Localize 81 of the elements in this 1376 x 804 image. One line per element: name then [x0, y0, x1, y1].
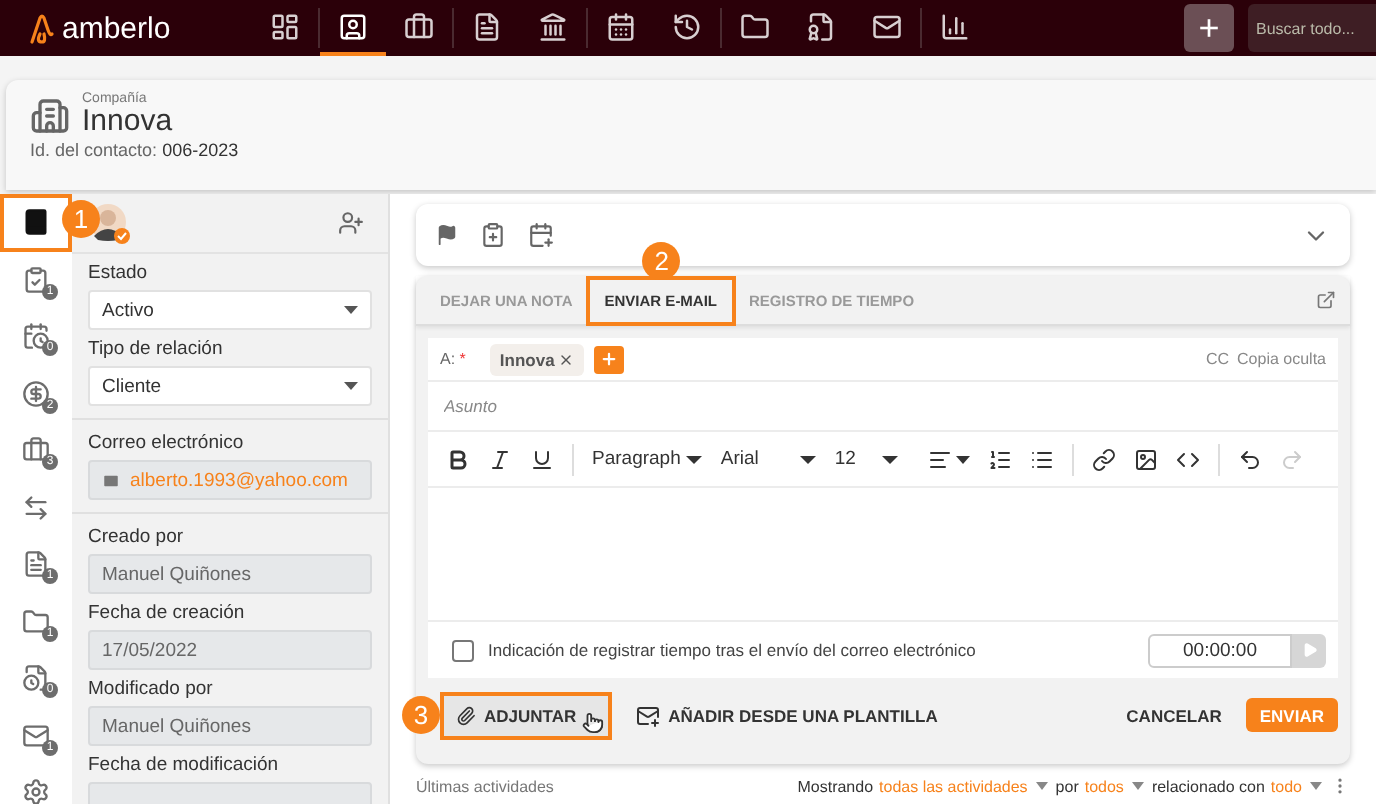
- field-label: Correo electrónico: [88, 432, 246, 454]
- caret-icon: [882, 455, 899, 463]
- filter-text: relacionado con: [1151, 777, 1265, 795]
- filter-text: Mostrando: [797, 777, 874, 795]
- readonly-field: Manuel Quiñones: [88, 554, 372, 594]
- select-field[interactable]: Cliente: [88, 366, 372, 406]
- clipboard-check-icon: [22, 265, 50, 294]
- settings-icon: [22, 778, 50, 804]
- contact-name: Innova: [82, 106, 175, 136]
- readonly-field: 17/05/2022: [88, 630, 372, 670]
- add-button[interactable]: +: [1184, 4, 1234, 52]
- add-recipient-button[interactable]: [594, 345, 625, 373]
- numbered-list-button[interactable]: [988, 447, 1013, 471]
- step-marker: 1: [62, 200, 100, 238]
- template-button[interactable]: AÑADIR DESDE UNA PLANTILLA: [624, 691, 950, 739]
- code-button[interactable]: [1176, 447, 1201, 471]
- timer-field[interactable]: 00:00:00: [1148, 633, 1292, 667]
- calendar-clock-icon: [22, 322, 50, 351]
- align-dropdown[interactable]: [928, 447, 971, 471]
- step-marker: 3: [402, 695, 440, 733]
- user-filter-link[interactable]: todos: [1084, 777, 1124, 795]
- select-field[interactable]: Activo: [88, 290, 372, 330]
- calendar-plus-icon[interactable]: [528, 222, 554, 248]
- activity-filter-link[interactable]: todas las actividades: [879, 777, 1028, 795]
- to-label: A: *: [440, 350, 466, 368]
- logo-icon: [28, 11, 56, 45]
- popout-icon[interactable]: [1316, 290, 1336, 310]
- font-dropdown[interactable]: Arial: [720, 448, 817, 470]
- caret-icon: [1310, 782, 1322, 790]
- filter-text: por: [1055, 777, 1079, 795]
- link-button[interactable]: [1092, 447, 1117, 471]
- document-icon: [22, 550, 50, 579]
- caret-icon: [344, 306, 358, 314]
- briefcase-icon: [22, 436, 50, 465]
- format-dropdown[interactable]: Paragraph: [592, 448, 703, 470]
- caret-icon: [1035, 782, 1048, 790]
- remove-icon[interactable]: [558, 351, 575, 367]
- envelope-icon: [636, 703, 661, 727]
- plus-icon: [600, 350, 619, 368]
- field-label: Estado: [88, 262, 150, 284]
- avatar-icon: [88, 201, 132, 245]
- cancel-button[interactable]: CANCELAR: [1114, 691, 1234, 739]
- flag-icon[interactable]: [436, 224, 458, 246]
- checkbox-label: Indicación de registrar tiempo tras el envío del correo electrónico: [488, 640, 976, 660]
- cc-link[interactable]: CC: [1205, 350, 1230, 368]
- size-dropdown[interactable]: 12: [834, 448, 899, 470]
- logo-text: amberlo: [62, 11, 171, 45]
- checkbox[interactable]: [452, 639, 474, 661]
- caret-icon: [344, 382, 358, 390]
- caret-icon: [686, 455, 703, 463]
- field-label: Fecha de creación: [88, 602, 247, 624]
- attach-button[interactable]: ADJUNTAR: [440, 691, 613, 739]
- field-label: Creado por: [88, 526, 186, 548]
- caret-icon: [800, 455, 817, 463]
- folder-icon: [22, 607, 50, 636]
- caret-icon: [956, 455, 971, 463]
- bold-button[interactable]: [446, 447, 470, 471]
- caret-icon: [1131, 782, 1144, 790]
- file-clock-icon: [22, 664, 50, 693]
- search-field[interactable]: Buscar todo...: [1248, 4, 1376, 52]
- align-left-icon: [928, 447, 953, 471]
- field-label: Tipo de relación: [88, 338, 225, 360]
- add-person-icon[interactable]: [338, 210, 364, 236]
- readonly-field: Manuel Quiñones: [88, 706, 372, 746]
- play-icon: [1301, 642, 1317, 658]
- undo-button[interactable]: [1238, 447, 1263, 471]
- field-label: Fecha de modificación: [88, 754, 281, 776]
- underline-button[interactable]: [530, 447, 554, 471]
- field-label: Modificado por: [88, 678, 215, 700]
- activities-title: Últimas actividades: [416, 777, 554, 795]
- recipient-chip[interactable]: Innova: [489, 343, 585, 375]
- paperclip-icon: [456, 705, 476, 725]
- italic-button[interactable]: [488, 447, 512, 471]
- building-icon: [30, 96, 70, 136]
- contact-id: Id. del contacto: 006-2023: [30, 140, 241, 160]
- dollar-icon: [22, 379, 50, 408]
- hand-cursor-icon: [582, 711, 605, 733]
- clipboard-plus-icon[interactable]: [480, 222, 506, 248]
- bcc-link[interactable]: Copia oculta: [1237, 350, 1326, 368]
- image-button[interactable]: [1134, 447, 1159, 471]
- swap-arrows-icon: [22, 493, 50, 522]
